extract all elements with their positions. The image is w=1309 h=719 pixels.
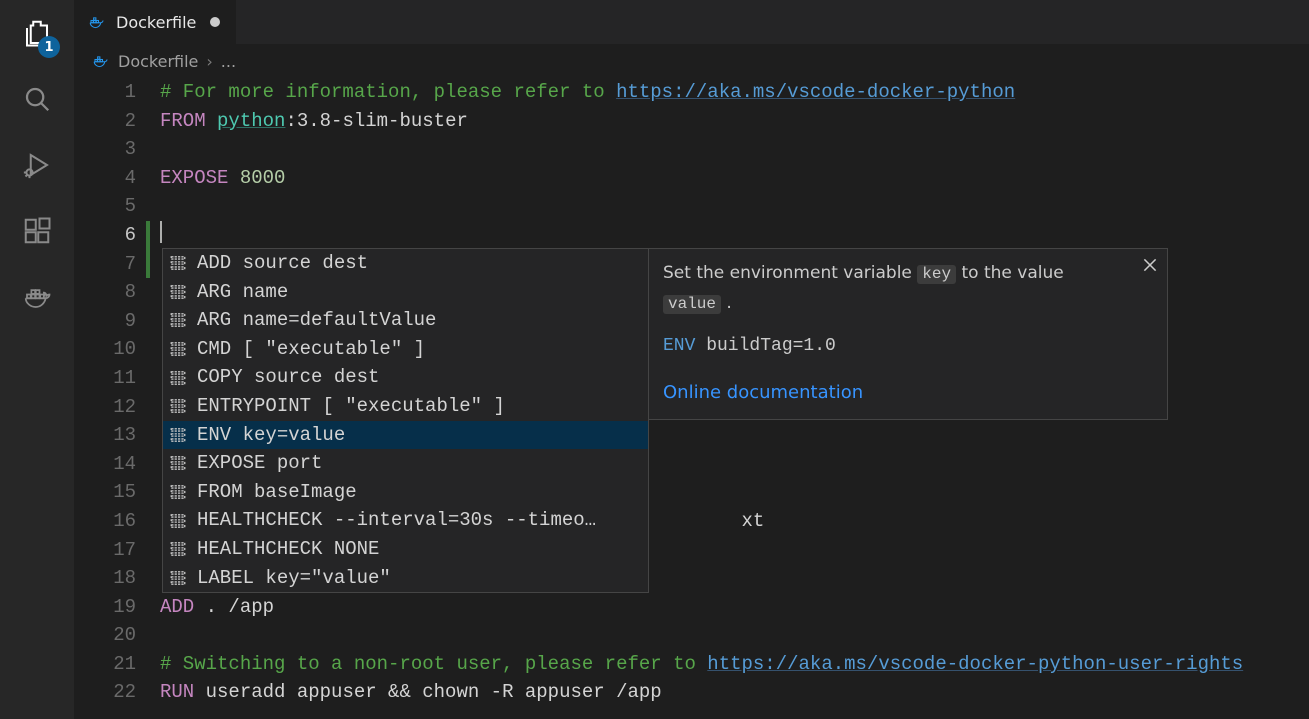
snippet-icon [169, 340, 187, 358]
line-number: 11 [74, 364, 136, 393]
breadcrumb-ellipsis[interactable]: ... [221, 52, 236, 71]
suggest-item-label: COPY source dest [197, 363, 379, 392]
suggest-item[interactable]: FROM baseImage [163, 478, 648, 507]
suggest-item[interactable]: HEALTHCHECK NONE [163, 535, 648, 564]
breadcrumb-separator: › [206, 52, 212, 71]
line-number: 17 [74, 536, 136, 565]
snippet-icon [169, 569, 187, 587]
close-icon[interactable] [1141, 255, 1159, 273]
docker-file-icon [88, 13, 106, 31]
breadcrumb[interactable]: Dockerfile › ... [74, 44, 1309, 76]
code-line[interactable] [160, 135, 1309, 164]
code-line[interactable] [160, 621, 1309, 650]
line-number: 9 [74, 307, 136, 336]
text-cursor [160, 221, 162, 243]
line-number: 1 [74, 78, 136, 107]
online-documentation-link[interactable]: Online documentation [663, 379, 1153, 408]
tab-bar: Dockerfile [74, 0, 1309, 44]
suggest-item[interactable]: EXPOSE port [163, 449, 648, 478]
activity-run-debug[interactable] [18, 146, 56, 184]
line-number: 2 [74, 107, 136, 136]
editor-group: Dockerfile Dockerfile › ... 1 [74, 0, 1309, 719]
suggest-list[interactable]: ADD source destARG nameARG name=defaultV… [162, 248, 649, 593]
line-number: 15 [74, 478, 136, 507]
snippet-icon [169, 540, 187, 558]
suggest-item[interactable]: CMD [ "executable" ] [163, 335, 648, 364]
code-line[interactable]: # For more information, please refer to … [160, 78, 1309, 107]
snippet-icon [169, 311, 187, 329]
activity-explorer[interactable]: 1 [18, 14, 56, 52]
suggest-item[interactable]: COPY source dest [163, 363, 648, 392]
suggest-item[interactable]: ENV key=value [163, 421, 648, 450]
code-line[interactable]: FROM python:3.8-slim-buster [160, 107, 1309, 136]
snippet-icon [169, 254, 187, 272]
explorer-badge: 1 [38, 36, 60, 58]
line-number: 19 [74, 593, 136, 622]
tab-dockerfile[interactable]: Dockerfile [74, 0, 236, 44]
suggest-example: ENV buildTag=1.0 [663, 332, 1153, 361]
suggest-item-label: ENTRYPOINT [ "executable" ] [197, 392, 505, 421]
suggest-item[interactable]: ARG name=defaultValue [163, 306, 648, 335]
line-number: 13 [74, 421, 136, 450]
line-number: 16 [74, 507, 136, 536]
line-number: 12 [74, 393, 136, 422]
suggest-item-label: FROM baseImage [197, 478, 357, 507]
suggest-item-label: ENV key=value [197, 421, 345, 450]
code-line[interactable]: ADD . /app [160, 593, 1309, 622]
suggest-item[interactable]: ARG name [163, 278, 648, 307]
line-number: 10 [74, 335, 136, 364]
activity-search[interactable] [18, 80, 56, 118]
suggest-item-label: LABEL key="value" [197, 564, 391, 593]
docker-file-icon [92, 52, 110, 70]
suggest-item[interactable]: ADD source dest [163, 249, 648, 278]
suggest-item-label: EXPOSE port [197, 449, 322, 478]
activity-docker[interactable] [18, 278, 56, 316]
line-number: 21 [74, 650, 136, 679]
line-number: 8 [74, 278, 136, 307]
code-editor[interactable]: 1 2 3 4 5 6 7 8 9 10 11 12 13 14 15 16 1… [74, 76, 1309, 719]
modified-indicator [146, 221, 150, 278]
suggest-item[interactable]: ENTRYPOINT [ "executable" ] [163, 392, 648, 421]
suggest-item-label: HEALTHCHECK NONE [197, 535, 379, 564]
breadcrumb-file[interactable]: Dockerfile [118, 52, 198, 71]
snippet-icon [169, 426, 187, 444]
suggest-item-label: CMD [ "executable" ] [197, 335, 425, 364]
suggest-item-label: HEALTHCHECK --interval=30s --timeo… [197, 506, 596, 535]
line-number: 7 [74, 250, 136, 279]
suggest-item[interactable]: LABEL key="value" [163, 564, 648, 593]
suggest-docs: Set the environment variable key to the … [649, 248, 1168, 420]
code-line[interactable] [160, 221, 1309, 250]
line-number: 20 [74, 621, 136, 650]
snippet-icon [169, 483, 187, 501]
suggest-item-label: ARG name=defaultValue [197, 306, 436, 335]
suggest-widget: ADD source destARG nameARG name=defaultV… [162, 248, 1168, 593]
tab-title: Dockerfile [116, 13, 196, 32]
line-number: 4 [74, 164, 136, 193]
suggest-item-label: ADD source dest [197, 249, 368, 278]
line-number: 18 [74, 564, 136, 593]
suggest-item-label: ARG name [197, 278, 288, 307]
suggest-description: Set the environment variable key to the … [663, 259, 1153, 318]
line-number: 5 [74, 192, 136, 221]
activity-extensions[interactable] [18, 212, 56, 250]
line-number: 22 [74, 678, 136, 707]
tab-dirty-indicator [210, 17, 220, 27]
snippet-icon [169, 283, 187, 301]
code-line[interactable]: # Switching to a non-root user, please r… [160, 650, 1309, 679]
line-number: 3 [74, 135, 136, 164]
code-line[interactable]: EXPOSE 8000 [160, 164, 1309, 193]
line-number: 6 [74, 221, 136, 250]
snippet-icon [169, 512, 187, 530]
line-number-gutter: 1 2 3 4 5 6 7 8 9 10 11 12 13 14 15 16 1… [74, 76, 160, 719]
code-line[interactable] [160, 192, 1309, 221]
snippet-icon [169, 454, 187, 472]
snippet-icon [169, 369, 187, 387]
code-line[interactable]: RUN useradd appuser && chown -R appuser … [160, 678, 1309, 707]
snippet-icon [169, 397, 187, 415]
suggest-item[interactable]: HEALTHCHECK --interval=30s --timeo… [163, 506, 648, 535]
activity-bar: 1 [0, 0, 74, 719]
line-number: 14 [74, 450, 136, 479]
